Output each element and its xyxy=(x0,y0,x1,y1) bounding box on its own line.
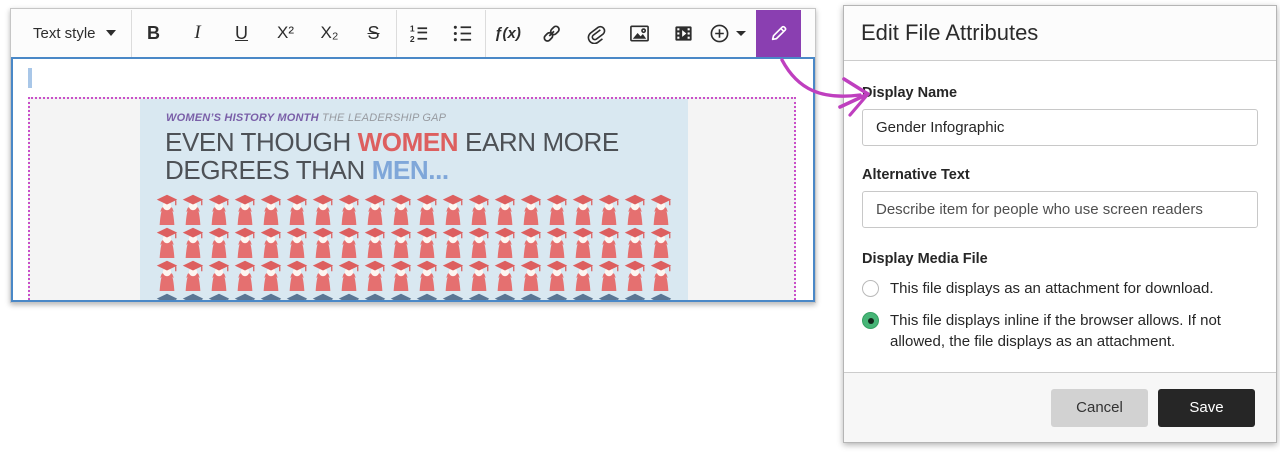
plus-circle-icon xyxy=(709,23,730,44)
underline-button[interactable]: U xyxy=(220,10,264,57)
headline-segment: EVEN THOUGH xyxy=(165,127,358,157)
cancel-button[interactable]: Cancel xyxy=(1051,389,1148,427)
panel-body: Display Name Alternative Text Display Me… xyxy=(844,85,1276,352)
display-media-options: This file displays as an attachment for … xyxy=(862,278,1258,352)
attachment-button[interactable] xyxy=(574,10,618,57)
edit-file-attributes-panel: Edit File Attributes Display Name Altern… xyxy=(843,5,1277,443)
chevron-down-icon xyxy=(106,30,116,36)
bold-button[interactable]: B xyxy=(132,10,176,57)
headline-segment: EARN MORE xyxy=(458,127,619,157)
svg-text:2: 2 xyxy=(410,34,415,44)
headline-segment: DEGREES THAN xyxy=(165,155,372,185)
infographic-headline: EVEN THOUGH WOMEN EARN MOREDEGREES THAN … xyxy=(165,128,688,184)
display-name-label: Display Name xyxy=(862,85,1258,101)
bullet-list-button[interactable] xyxy=(441,10,485,57)
superscript-glyph: X² xyxy=(277,23,294,43)
headline-segment: MEN xyxy=(372,155,429,185)
option-text: This file displays as an attachment for … xyxy=(890,278,1214,299)
panel-footer: Cancel Save xyxy=(844,372,1276,442)
display-name-input[interactable] xyxy=(862,109,1258,146)
underline-glyph: U xyxy=(235,23,248,44)
video-icon xyxy=(673,23,694,44)
graduate-row-red xyxy=(154,193,676,226)
text-style-dropdown[interactable]: Text style xyxy=(21,10,131,57)
math-button[interactable]: ƒ(x) xyxy=(486,10,530,57)
kicker-light: THE LEADERSHIP GAP xyxy=(319,112,446,124)
display-media-option-1[interactable]: This file displays as an attachment for … xyxy=(862,278,1258,299)
link-icon xyxy=(541,23,562,44)
bold-glyph: B xyxy=(147,23,160,44)
graduate-figure-rows: 60% xyxy=(154,193,676,302)
strikethrough-button[interactable]: S xyxy=(352,10,396,57)
subscript-button[interactable]: X₂ xyxy=(308,10,352,57)
headline-segment: WOMEN xyxy=(358,127,459,157)
headline-line: DEGREES THAN MEN... xyxy=(165,156,688,184)
panel-title: Edit File Attributes xyxy=(844,6,1276,61)
display-media-file-label: Display Media File xyxy=(862,251,1258,267)
insert-image-button[interactable] xyxy=(618,10,662,57)
editor-content-area[interactable]: WOMEN’S HISTORY MONTH THE LEADERSHIP GAP… xyxy=(11,57,815,302)
numbered-list-button[interactable]: 12 xyxy=(397,10,441,57)
add-content-button[interactable] xyxy=(706,10,750,57)
svg-text:1: 1 xyxy=(410,23,415,33)
screen: Text style B I U X² X₂ S 12 ƒ(x) WOMEN’S HISTORY… xyxy=(0,0,1280,457)
strikethrough-glyph: S xyxy=(368,23,380,44)
infographic-kicker: WOMEN’S HISTORY MONTH THE LEADERSHIP GAP xyxy=(166,112,688,124)
math-glyph: ƒ(x) xyxy=(494,25,521,42)
alternative-text-input[interactable] xyxy=(862,191,1258,228)
image-icon xyxy=(629,23,650,44)
percent-label: 60% xyxy=(472,297,603,302)
link-button[interactable] xyxy=(530,10,574,57)
save-button[interactable]: Save xyxy=(1158,389,1255,427)
option-text: This file displays inline if the browser… xyxy=(890,310,1258,352)
insert-video-button[interactable] xyxy=(662,10,706,57)
text-cursor xyxy=(28,68,32,88)
italic-glyph: I xyxy=(194,22,200,44)
kicker-bold: WOMEN’S HISTORY MONTH xyxy=(166,112,319,124)
alternative-text-label: Alternative Text xyxy=(862,167,1258,183)
headline-line: EVEN THOUGH WOMEN EARN MORE xyxy=(165,128,688,156)
editor-toolbar: Text style B I U X² X₂ S 12 ƒ(x) xyxy=(11,9,815,57)
text-style-label: Text style xyxy=(33,25,96,42)
italic-button[interactable]: I xyxy=(176,10,220,57)
graduate-row-red xyxy=(154,259,676,292)
bullet-list-icon xyxy=(452,23,473,44)
graduate-row-red xyxy=(154,226,676,259)
infographic-image[interactable]: WOMEN’S HISTORY MONTH THE LEADERSHIP GAP… xyxy=(140,99,688,302)
headline-segment: ... xyxy=(428,155,448,185)
subscript-glyph: X₂ xyxy=(321,23,339,43)
display-media-option-2[interactable]: This file displays inline if the browser… xyxy=(862,310,1258,352)
content-editor: Text style B I U X² X₂ S 12 ƒ(x) WOMEN’S HISTORY… xyxy=(10,8,816,303)
numbered-list-icon: 12 xyxy=(408,23,429,44)
superscript-button[interactable]: X² xyxy=(264,10,308,57)
radio-unselected-icon[interactable] xyxy=(862,280,879,297)
chevron-down-icon xyxy=(736,31,746,36)
radio-selected-icon[interactable] xyxy=(862,312,879,329)
edit-file-button[interactable] xyxy=(756,10,801,57)
pencil-icon xyxy=(769,23,789,43)
paperclip-icon xyxy=(585,23,606,44)
